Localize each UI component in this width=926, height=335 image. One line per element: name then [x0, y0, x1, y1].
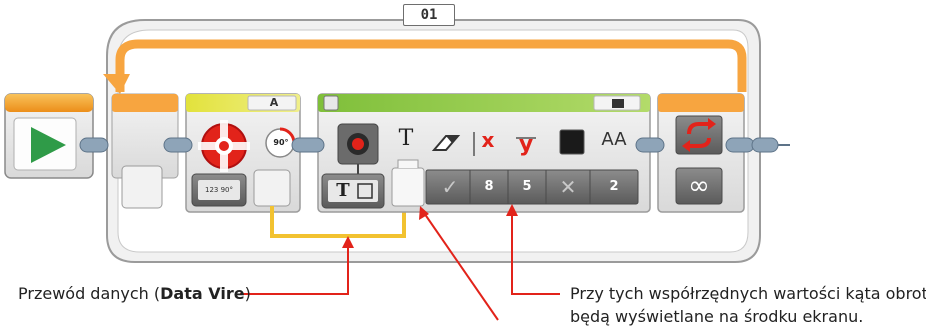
y-value[interactable]: 5	[508, 172, 546, 202]
x-value[interactable]: 8	[470, 172, 508, 202]
y-param-label: y	[518, 132, 534, 157]
data-wire-caption: Przewód danych (Data Vire)	[18, 284, 251, 303]
text-param-label: T	[398, 126, 414, 151]
start-block[interactable]	[4, 93, 94, 179]
data-wire-caption-prefix: Przewód danych (	[18, 284, 161, 303]
loop-label[interactable]: 01	[403, 4, 455, 26]
motor-output-plug[interactable]	[253, 169, 291, 207]
font-param-label: AA	[601, 129, 627, 150]
data-wire-caption-bold: Data Vire	[160, 284, 245, 303]
color-value[interactable]: ✕	[546, 172, 590, 202]
x-param-label: x	[481, 128, 495, 152]
coords-caption-line1: Przy tych współrzędnych wartości kąta ob…	[570, 284, 926, 303]
color-icon	[559, 129, 585, 155]
motor-port-label[interactable]: A	[262, 96, 286, 110]
clear-screen-value[interactable]: ✓	[430, 172, 470, 202]
font-value[interactable]: 2	[590, 172, 638, 202]
degrees-badge-label: 90°	[273, 138, 289, 147]
coords-caption-line2: będą wyświetlane na środku ekranu.	[570, 307, 864, 326]
data-wire-caption-suffix: )	[244, 284, 251, 303]
loop-count-value[interactable]: ∞	[676, 170, 722, 202]
motor-mode-label: 123 90°	[205, 186, 233, 194]
display-mode-letter: T	[336, 180, 350, 201]
